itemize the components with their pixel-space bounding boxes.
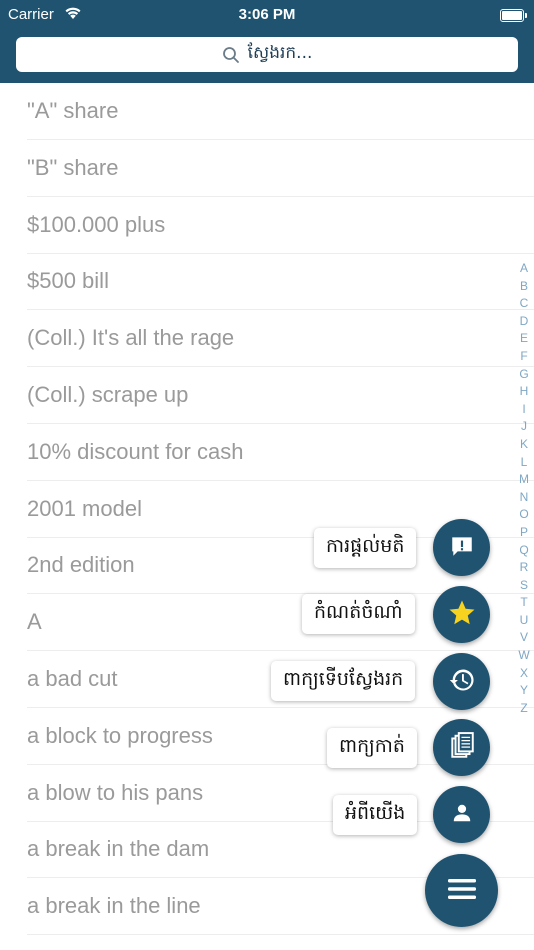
about-button[interactable] xyxy=(433,786,490,843)
feedback-button[interactable] xyxy=(433,519,490,576)
favorites-button[interactable] xyxy=(433,586,490,643)
index-letter[interactable]: A xyxy=(520,260,528,278)
index-letter[interactable]: O xyxy=(519,506,528,524)
list-item-label: 2001 model xyxy=(27,495,142,521)
list-item-label: a break in the line xyxy=(27,893,201,919)
alphabet-index[interactable]: ABCDEFGHIJKLMNOPQRSTUVWXYZ xyxy=(514,260,534,717)
index-letter[interactable]: L xyxy=(521,454,528,472)
list-item-label: 2nd edition xyxy=(27,552,135,578)
history-icon xyxy=(448,666,476,698)
index-letter[interactable]: M xyxy=(519,471,529,489)
history-menu-label[interactable]: ពាក្យទើបស្វែងរក xyxy=(271,661,416,701)
index-letter[interactable]: C xyxy=(520,295,529,313)
list-item[interactable]: $500 bill xyxy=(0,253,534,311)
feedback-icon xyxy=(449,533,475,563)
index-letter[interactable]: W xyxy=(518,647,529,665)
search-input[interactable]: ស្វែងរក... xyxy=(16,37,518,72)
index-letter[interactable]: N xyxy=(520,489,529,507)
list-item-label: (Coll.) It's all the rage xyxy=(27,325,235,351)
list-item-label: a break in the dam xyxy=(27,836,210,862)
index-letter[interactable]: J xyxy=(521,418,527,436)
index-letter[interactable]: V xyxy=(520,629,528,647)
index-letter[interactable]: F xyxy=(520,348,527,366)
words-menu-label[interactable]: ពាក្យកាត់ xyxy=(327,728,417,768)
star-icon xyxy=(447,598,477,632)
history-button[interactable] xyxy=(433,653,490,710)
favorites-menu-label[interactable]: កំណត់ចំណាំ xyxy=(302,594,415,634)
list-item-label: (Coll.) scrape up xyxy=(27,382,189,407)
index-letter[interactable]: Q xyxy=(519,542,528,560)
index-letter[interactable]: Y xyxy=(520,682,528,700)
index-letter[interactable]: T xyxy=(520,594,527,612)
list-item-label: $100.000 plus xyxy=(27,211,166,237)
list-item[interactable]: (Coll.) It's all the rage xyxy=(0,310,534,368)
top-bar: Carrier 3:06 PM ស្វែងរក... xyxy=(0,0,534,83)
list-item-label: "B" share xyxy=(27,154,119,180)
index-letter[interactable]: Z xyxy=(520,700,527,718)
hamburger-icon xyxy=(447,876,477,906)
list-item-label: A xyxy=(27,609,42,635)
search-icon xyxy=(222,46,240,64)
battery-icon xyxy=(500,9,527,22)
index-letter[interactable]: I xyxy=(522,401,525,419)
clock: 3:06 PM xyxy=(238,6,296,23)
index-letter[interactable]: R xyxy=(520,559,529,577)
row-divider xyxy=(27,934,534,936)
list-item[interactable]: $100.000 plus xyxy=(0,197,534,254)
about-menu-label[interactable]: អំពីយើង xyxy=(333,795,418,835)
index-letter[interactable]: K xyxy=(520,436,528,454)
index-letter[interactable]: E xyxy=(520,330,528,348)
list-item[interactable]: (Coll.) scrape up xyxy=(0,367,534,424)
index-letter[interactable]: P xyxy=(520,524,528,542)
menu-toggle-button[interactable] xyxy=(425,854,498,927)
list-item[interactable]: "A" share xyxy=(0,83,534,140)
list-item-label: $500 bill xyxy=(27,268,109,294)
feedback-menu-label[interactable]: ការផ្ដល់មតិ xyxy=(314,528,417,568)
index-letter[interactable]: S xyxy=(520,577,528,595)
list-item-label: "A" share xyxy=(27,98,119,123)
index-letter[interactable]: D xyxy=(520,313,529,331)
index-letter[interactable]: U xyxy=(520,612,529,630)
copy-icon xyxy=(449,731,475,764)
list-item-label: a block to progress xyxy=(27,722,213,748)
list-item-label: a bad cut xyxy=(27,666,118,691)
index-letter[interactable]: X xyxy=(520,665,528,683)
list-item-label: 10% discount for cash xyxy=(27,438,244,464)
search-placeholder: ស្វែងរក... xyxy=(247,43,313,63)
index-letter[interactable]: G xyxy=(519,366,528,384)
index-letter[interactable]: H xyxy=(520,383,529,401)
index-letter[interactable]: B xyxy=(520,278,528,296)
person-icon xyxy=(451,802,473,828)
list-item[interactable]: 10% discount for cash xyxy=(0,424,534,481)
words-button[interactable] xyxy=(433,719,490,776)
status-bar: Carrier 3:06 PM xyxy=(0,0,534,30)
list-item[interactable]: "B" share xyxy=(0,140,534,197)
list-item-label: a blow to his pans xyxy=(27,779,204,805)
